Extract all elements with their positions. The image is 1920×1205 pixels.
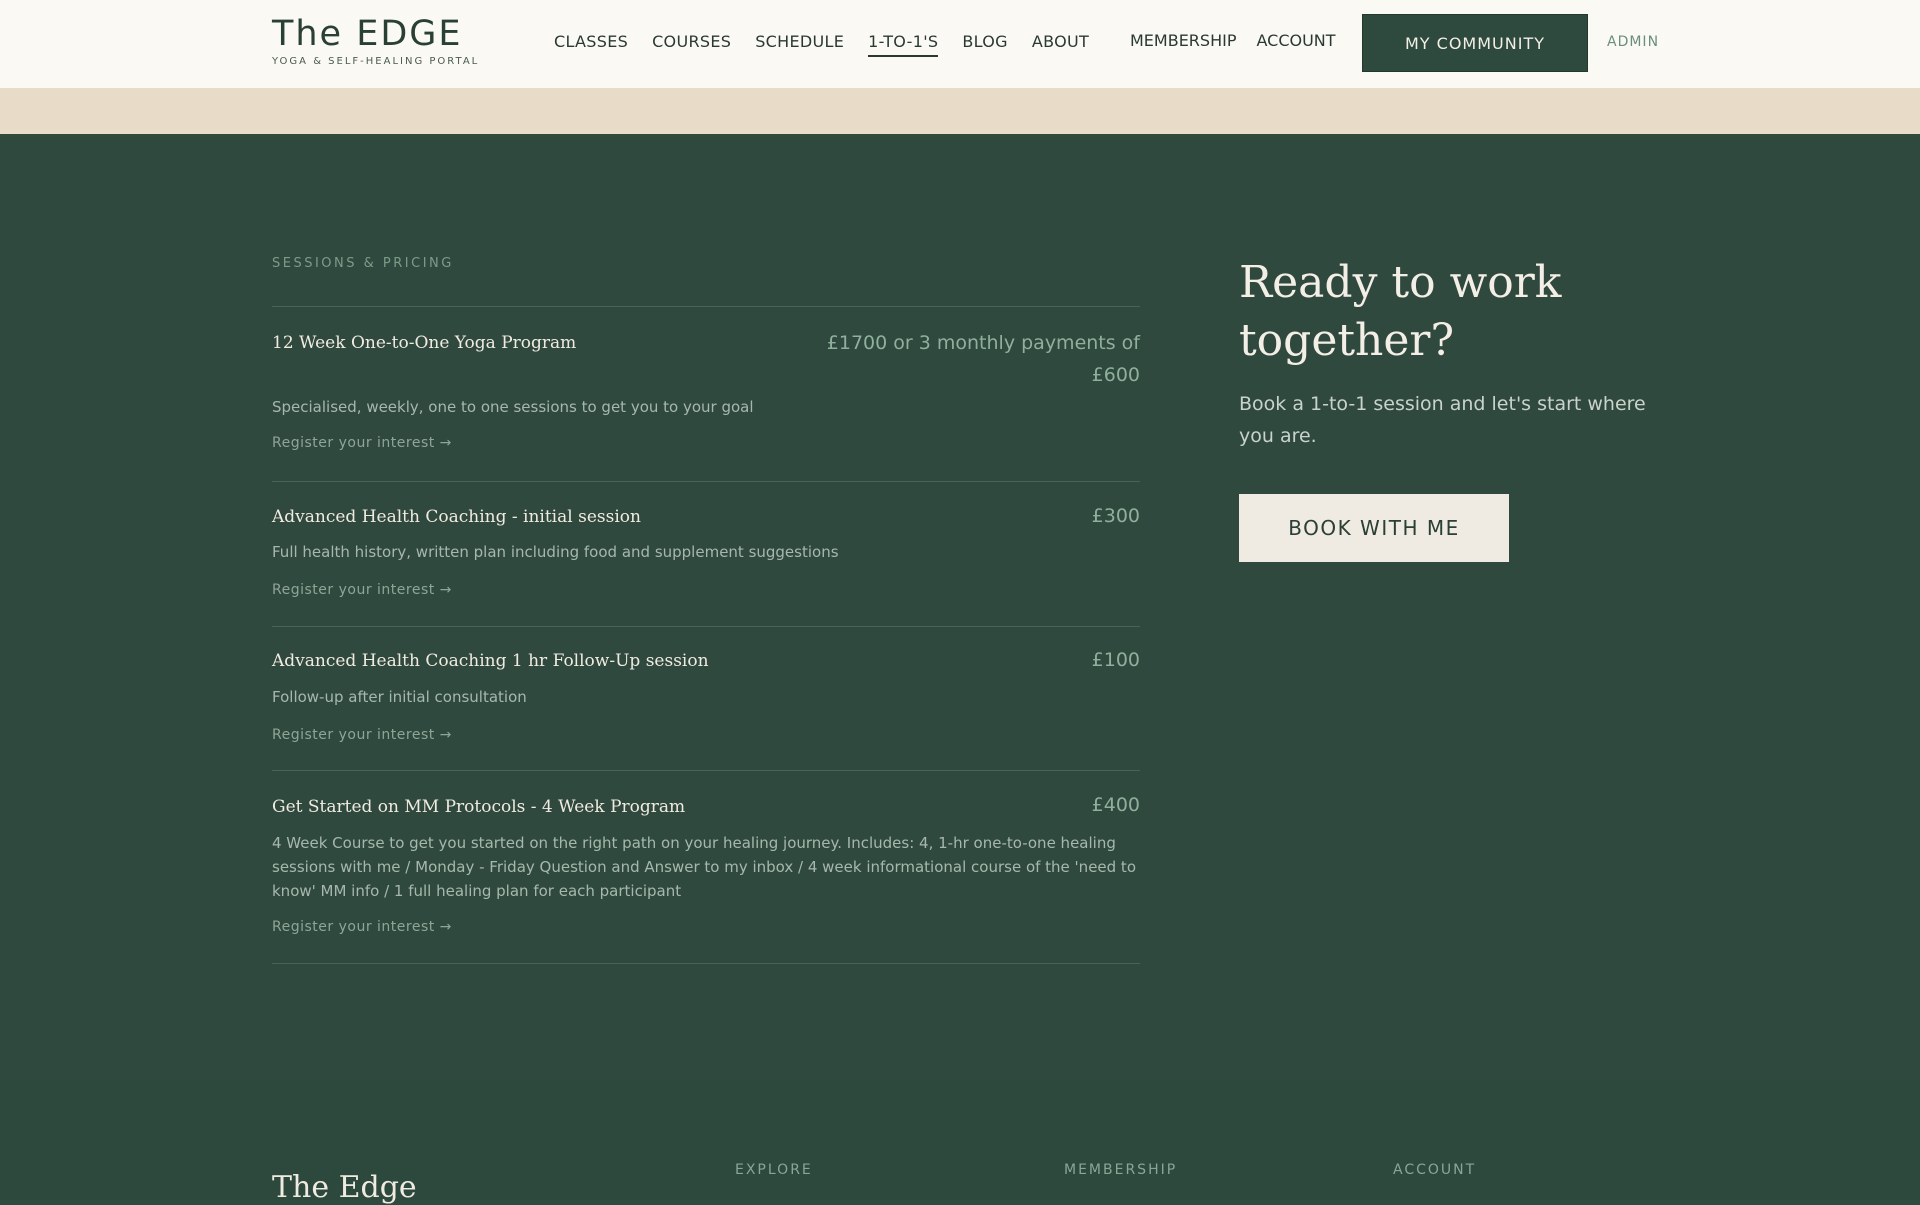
session-price-line: £600	[1091, 364, 1140, 386]
session-description: Specialised, weekly, one to one sessions…	[272, 398, 754, 416]
nav-membership[interactable]: MEMBERSHIP	[1130, 31, 1236, 50]
session-item: Advanced Health Coaching 1 hr Follow-Up …	[272, 627, 1140, 771]
register-interest-link[interactable]: Register your interest →	[272, 435, 452, 451]
logo-title: The EDGE	[272, 14, 463, 54]
cta-title: Ready to work together?	[1239, 257, 1562, 366]
session-price: £400	[1091, 794, 1140, 816]
session-title: 12 Week One-to-One Yoga Program	[272, 333, 577, 353]
session-title: Advanced Health Coaching 1 hr Follow-Up …	[272, 651, 709, 671]
account-nav: MEMBERSHIP ACCOUNT	[1130, 31, 1356, 50]
nav-classes[interactable]: CLASSES	[554, 32, 628, 57]
cta-text: Book a 1-to-1 session and let's start wh…	[1239, 393, 1646, 447]
session-item: 12 Week One-to-One Yoga Program £1700 or…	[272, 307, 1140, 482]
session-price-line: £1700 or 3 monthly payments of	[826, 332, 1140, 354]
session-price: £1700 or 3 monthly payments of £600	[827, 327, 1140, 391]
session-title: Advanced Health Coaching - initial sessi…	[272, 507, 641, 527]
register-interest-link[interactable]: Register your interest →	[272, 727, 452, 743]
nav-blog[interactable]: BLOG	[962, 32, 1008, 57]
footer-heading-account: ACCOUNT	[1393, 1162, 1477, 1178]
session-item: Advanced Health Coaching - initial sessi…	[272, 482, 1140, 627]
session-description: 4 Week Course to get you started on the …	[272, 834, 1136, 900]
site-logo[interactable]: The EDGE YOGA & SELF-HEALING PORTAL	[272, 14, 479, 67]
nav-account[interactable]: ACCOUNT	[1256, 31, 1335, 50]
nav-about[interactable]: ABOUT	[1032, 32, 1089, 57]
session-price: £300	[1091, 505, 1140, 527]
register-interest-link[interactable]: Register your interest →	[272, 582, 452, 598]
site-header: The EDGE YOGA & SELF-HEALING PORTAL CLAS…	[0, 0, 1920, 89]
nav-courses[interactable]: COURSES	[652, 32, 731, 57]
book-with-me-button[interactable]: BOOK WITH ME	[1239, 494, 1509, 562]
session-description: Full health history, written plan includ…	[272, 543, 839, 561]
footer-heading-membership: MEMBERSHIP	[1064, 1162, 1178, 1178]
site-footer: The Edge EXPLORE MEMBERSHIP ACCOUNT	[0, 1080, 1920, 1205]
admin-link[interactable]: ADMIN	[1607, 34, 1659, 50]
footer-heading-explore: EXPLORE	[735, 1162, 813, 1178]
my-community-button[interactable]: MY COMMUNITY	[1362, 14, 1588, 72]
register-interest-link[interactable]: Register your interest →	[272, 919, 452, 935]
session-title: Get Started on MM Protocols - 4 Week Pro…	[272, 797, 686, 817]
nav-1-to-1s[interactable]: 1-TO-1'S	[868, 32, 939, 57]
booking-cta: Ready to work together? Book a 1-to-1 se…	[1239, 254, 1659, 562]
section-label: SESSIONS & PRICING	[272, 256, 454, 271]
header-band	[0, 88, 1920, 134]
logo-subtitle: YOGA & SELF-HEALING PORTAL	[272, 56, 480, 67]
main-nav: CLASSES COURSES SCHEDULE 1-TO-1'S BLOG A…	[554, 32, 1113, 57]
session-price: £100	[1091, 649, 1140, 671]
sessions-list: 12 Week One-to-One Yoga Program £1700 or…	[272, 306, 1140, 964]
session-item: Get Started on MM Protocols - 4 Week Pro…	[272, 771, 1140, 964]
session-description: Follow-up after initial consultation	[272, 688, 527, 706]
sessions-section: SESSIONS & PRICING 12 Week One-to-One Yo…	[0, 134, 1920, 1080]
nav-schedule[interactable]: SCHEDULE	[755, 32, 844, 57]
